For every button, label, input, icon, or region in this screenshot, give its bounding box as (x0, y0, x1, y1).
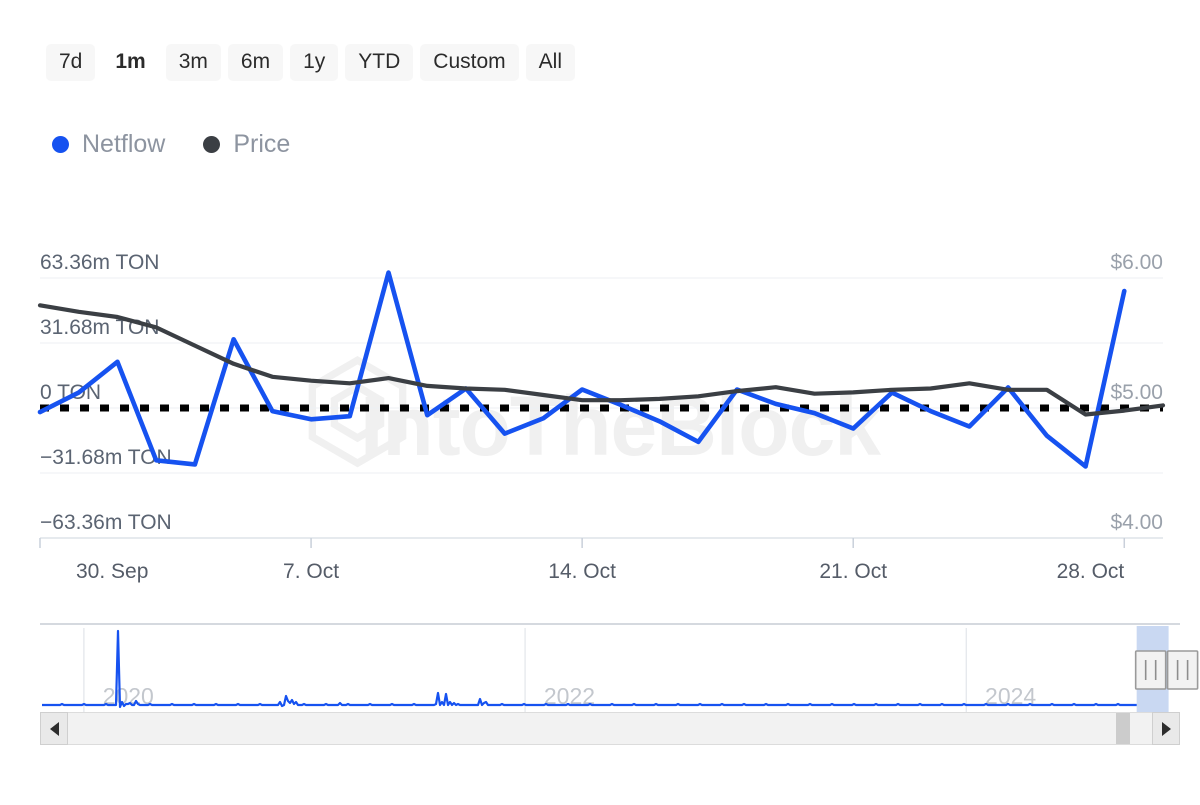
series-lines (40, 273, 1163, 467)
x-tick-label: 28. Oct (1057, 560, 1125, 583)
legend-item-netflow[interactable]: Netflow (52, 132, 165, 157)
range-button-1m[interactable]: 1m (102, 44, 158, 81)
navigator-selection-band[interactable] (1137, 626, 1169, 712)
horizontal-scrollbar[interactable] (40, 712, 1180, 745)
range-button-all[interactable]: All (526, 44, 575, 81)
time-range-selector: 7d1m3m6m1yYTDCustomAll (46, 44, 575, 81)
range-button-6m[interactable]: 6m (228, 44, 283, 81)
x-tick-label: 30. Sep (76, 560, 148, 583)
legend-label-price: Price (233, 132, 290, 157)
y-tick-label-left: 0 TON (40, 381, 101, 404)
watermark: IntoTheBlock (312, 360, 881, 473)
y-tick-label-right: $5.00 (1110, 381, 1163, 404)
scroll-right-button[interactable] (1152, 712, 1180, 745)
scroll-right-arrow-icon (1162, 722, 1171, 736)
netflow-price-chart: IntoTheBlock 63.36m TON 31.68m TON 0 TON −3… (0, 0, 1200, 800)
navigator-grip-right[interactable] (1168, 651, 1198, 689)
navigator-grip-left[interactable] (1136, 651, 1166, 689)
navigator-year-label: 2020 (103, 683, 154, 709)
y-axis-labels-left: 63.36m TON 31.68m TON 0 TON −31.68m TON −63.… (40, 251, 172, 534)
y-tick-label-right: $6.00 (1110, 251, 1163, 274)
navigator-year-label: 2024 (985, 683, 1036, 709)
y-tick-label-left: 31.68m TON (40, 316, 159, 339)
range-button-3m[interactable]: 3m (166, 44, 221, 81)
range-button-ytd[interactable]: YTD (345, 44, 413, 81)
range-button-custom[interactable]: Custom (420, 44, 518, 81)
scrollbar-track[interactable] (68, 712, 1152, 745)
legend-item-price[interactable]: Price (203, 132, 290, 157)
y-tick-label-right: $4.00 (1110, 511, 1163, 534)
scrollbar-thumb[interactable] (1116, 713, 1130, 744)
y-axis-labels-right: $6.00 $5.00 $4.00 (1110, 251, 1163, 534)
legend-label-netflow: Netflow (82, 132, 165, 157)
watermark-text: IntoTheBlock (360, 379, 881, 473)
legend-dot-netflow (52, 136, 69, 153)
x-tick-label: 21. Oct (819, 560, 887, 583)
navigator-year-label: 2022 (544, 683, 595, 709)
range-button-1y[interactable]: 1y (290, 44, 338, 81)
legend-dot-price (203, 136, 220, 153)
range-navigator[interactable]: 2020 2022 2024 (0, 0, 1200, 800)
y-tick-label-left: 63.36m TON (40, 251, 159, 274)
chart-svg: IntoTheBlock 63.36m TON 31.68m TON 0 TON −3… (0, 0, 1200, 800)
y-tick-label-left: −31.68m TON (40, 446, 172, 469)
navigator-svg: 2020 2022 2024 (0, 0, 1200, 800)
y-tick-label-left: −63.36m TON (40, 511, 172, 534)
hexagon-cube-logo (312, 360, 402, 463)
gridlines (40, 278, 1163, 538)
scroll-left-arrow-icon (50, 722, 59, 736)
navigator-sparkline (42, 631, 1168, 707)
range-button-7d[interactable]: 7d (46, 44, 95, 81)
x-axis: 30. Sep 7. Oct 14. Oct 21. Oct 28. Oct (40, 538, 1124, 583)
x-tick-label: 14. Oct (548, 560, 616, 583)
chart-legend: Netflow Price (52, 132, 290, 157)
x-tick-label: 7. Oct (283, 560, 339, 583)
series-line-price (40, 305, 1163, 414)
series-line-netflow (40, 273, 1124, 467)
scroll-left-button[interactable] (40, 712, 68, 745)
